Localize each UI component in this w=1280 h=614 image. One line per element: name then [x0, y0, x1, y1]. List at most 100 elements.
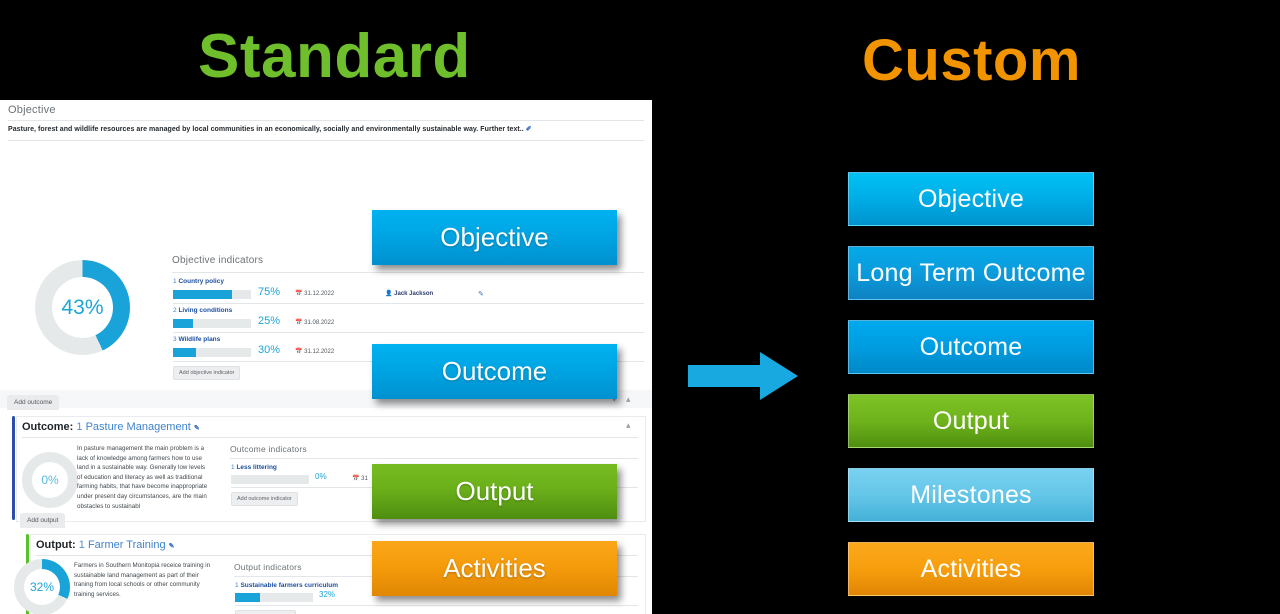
divider: [22, 437, 638, 438]
add-outcome-indicator-button[interactable]: Add outcome indicator: [231, 492, 298, 506]
indicator-progress-track: [173, 348, 251, 357]
chip-label: Output: [932, 406, 1010, 435]
indicator-name: 3 Wildlife plans: [173, 336, 220, 343]
output-progress-value: 32%: [29, 580, 55, 594]
ribbon-activities: Activities: [372, 541, 617, 596]
output-number: 1: [78, 539, 85, 551]
indicator-progress-fill: [173, 290, 232, 299]
slide-canvas: Standard Custom Objective Pasture, fores…: [0, 0, 1280, 614]
calendar-icon: 📅: [295, 349, 303, 355]
edit-icon[interactable]: ✎: [478, 290, 484, 298]
indicator-progress-track: [173, 319, 251, 328]
output-progress-donut: 32%: [14, 559, 70, 614]
chip-label: Milestones: [910, 480, 1032, 509]
outcome-progress-value: 0%: [41, 473, 59, 487]
indicator-label: Wildlife plans: [178, 336, 221, 343]
outcome-heading: Outcome: 1 Pasture Management ✎: [22, 421, 200, 433]
indicator-date-text: 31.12.2022: [304, 349, 335, 355]
output-description: Farmers in Southern Monitopia receice tr…: [74, 562, 211, 598]
indicator-percent: 0%: [315, 472, 327, 481]
ribbon-objective: Objective: [372, 210, 617, 265]
indicator-number: 2: [173, 307, 177, 314]
chip-label: Outcome: [919, 332, 1023, 361]
indicator-progress-track: [231, 475, 309, 484]
indicator-date-text: 31.12.2022: [304, 291, 335, 297]
ribbon-label: Outcome: [441, 356, 548, 386]
ribbon-label: Objective: [440, 222, 549, 252]
custom-chip-outcome[interactable]: Outcome: [848, 320, 1094, 374]
chip-label: Long Term Outcome: [856, 258, 1086, 287]
outcome-rail: [12, 416, 15, 520]
ribbon-label: Output: [455, 476, 534, 506]
indicator-date: 📅 31.12.2022: [295, 290, 334, 297]
custom-chip-milestones[interactable]: Milestones: [848, 468, 1094, 522]
outcome-indicators-title: Outcome indicators: [230, 444, 307, 454]
output-heading: Output: 1 Farmer Training ✎: [36, 539, 175, 551]
outcome-description: In pasture management the main problem i…: [77, 445, 208, 510]
indicator-name: 2 Living conditions: [173, 307, 232, 314]
custom-chip-activities[interactable]: Activities: [848, 542, 1094, 596]
objective-indicators-title: Objective indicators: [172, 255, 264, 266]
person-icon: 👤: [385, 291, 393, 297]
calendar-icon: 📅: [295, 320, 303, 326]
page-title-custom: Custom: [862, 28, 1081, 93]
edit-icon[interactable]: ✐: [526, 126, 532, 133]
custom-chip-objective[interactable]: Objective: [848, 172, 1094, 226]
indicator-owner-name: Jack Jackson: [394, 291, 434, 297]
donut-hole: 0%: [32, 462, 68, 498]
indicator-label: Sustainable farmers curriculum: [240, 582, 338, 589]
divider: [173, 303, 644, 304]
right-arrow-icon: [688, 352, 798, 400]
outcome-number: 1: [76, 421, 83, 433]
ribbon-label: Activities: [443, 553, 546, 583]
indicator-progress-fill: [173, 348, 197, 357]
indicator-label: Living conditions: [178, 307, 233, 314]
indicator-percent: 30%: [258, 344, 281, 356]
divider: [230, 458, 638, 459]
add-output-button[interactable]: Add output: [20, 513, 66, 528]
divider: [173, 332, 644, 333]
indicator-progress-track: [173, 290, 251, 299]
custom-chip-long-term-outcome[interactable]: Long Term Outcome: [848, 246, 1094, 300]
ribbon-output: Output: [372, 464, 617, 519]
indicator-date-text: 31: [361, 476, 368, 482]
add-objective-indicator-button[interactable]: Add objective indicator: [173, 366, 241, 380]
indicator-owner: 👤 Jack Jackson: [385, 290, 433, 297]
indicator-label: Less littering: [236, 464, 277, 471]
edit-icon[interactable]: ✎: [169, 543, 175, 550]
chip-label: Activities: [920, 554, 1022, 583]
donut-hole: 32%: [24, 569, 60, 605]
indicator-name: 1 Country policy: [173, 278, 224, 285]
output-label: Output:: [36, 539, 76, 551]
donut-hole: 43%: [52, 277, 113, 338]
indicator-name: 1 Sustainable farmers curriculum: [235, 582, 338, 589]
outcome-name: Pasture Management: [85, 421, 191, 433]
objective-description: Pasture, forest and wildlife resources a…: [8, 125, 532, 133]
add-output-indicator-button[interactable]: Add output indicator: [235, 610, 296, 614]
indicator-label: Country policy: [178, 278, 224, 285]
objective-progress-value: 43%: [61, 295, 104, 319]
chevron-up-icon[interactable]: ▴: [626, 394, 631, 405]
page-title-standard: Standard: [198, 22, 471, 91]
outcome-label: Outcome:: [22, 421, 74, 433]
indicator-number: 1: [231, 464, 235, 471]
output-name: Farmer Training: [87, 539, 166, 551]
chip-label: Objective: [917, 184, 1024, 213]
indicator-name: 1 Less littering: [231, 464, 277, 471]
indicator-percent: 32%: [319, 590, 336, 599]
objective-heading: Objective: [8, 104, 56, 116]
divider: [8, 120, 644, 121]
indicator-date: 📅 31.12.2022: [295, 348, 334, 355]
add-outcome-button[interactable]: Add outcome: [7, 395, 60, 410]
edit-icon[interactable]: ✎: [194, 425, 200, 432]
indicator-date: 📅 31: [352, 475, 368, 482]
objective-progress-donut: 43%: [35, 260, 130, 355]
indicator-number: 1: [173, 278, 177, 285]
objective-description-text: Pasture, forest and wildlife resources a…: [8, 126, 524, 133]
calendar-icon: 📅: [295, 291, 303, 297]
collapse-icon[interactable]: ▴: [626, 420, 631, 431]
custom-chip-output[interactable]: Output: [848, 394, 1094, 448]
outcome-progress-donut: 0%: [22, 452, 78, 508]
ribbon-outcome: Outcome: [372, 344, 617, 399]
indicator-date-text: 31.08.2022: [304, 320, 335, 326]
